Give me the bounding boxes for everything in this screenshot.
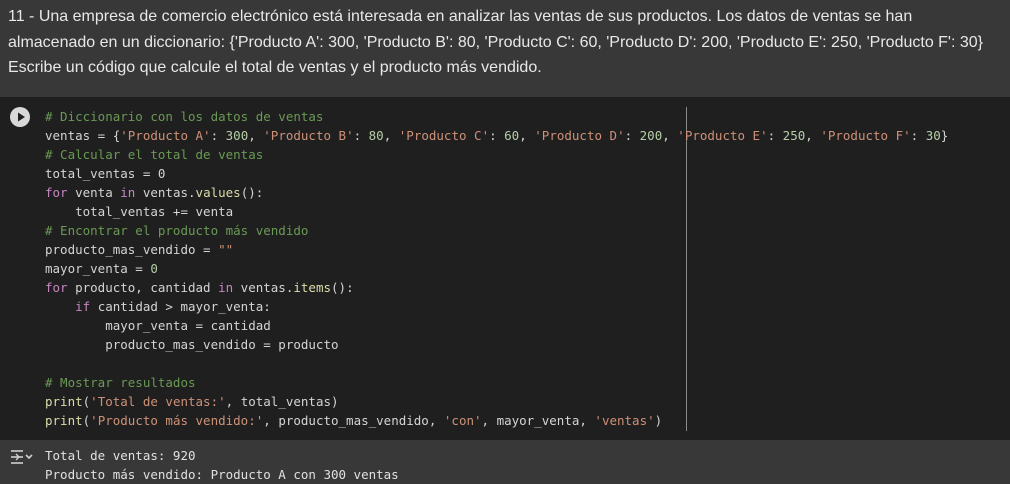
- code-line-1: # Diccionario con los datos de ventas: [45, 109, 324, 124]
- loop-var: venta: [67, 185, 121, 200]
- cell-output: Total de ventas: 920 Producto más vendido…: [0, 440, 1010, 483]
- values-method: values: [195, 185, 241, 200]
- output-toggle-icon[interactable]: [8, 447, 34, 467]
- code-line-7: # Encontrar el producto más vendido: [45, 223, 309, 238]
- key-a: 'Producto A': [120, 128, 211, 143]
- code-line-5: for venta in ventas.values():: [45, 183, 948, 202]
- args: , total_ventas): [225, 394, 339, 409]
- print-fn: print: [45, 413, 83, 428]
- code-line-6: total_ventas += venta: [45, 204, 234, 219]
- args: , mayor_venta,: [481, 413, 595, 428]
- key-d: 'Producto D': [534, 128, 625, 143]
- code-line-12: mayor_venta = cantidad: [45, 318, 271, 333]
- zero-literal: 0: [150, 261, 158, 276]
- loop-target: ventas.: [135, 185, 196, 200]
- val-f: 30: [925, 128, 941, 143]
- key-b: 'Producto B': [263, 128, 354, 143]
- for-keyword: for: [45, 185, 68, 200]
- play-circle-icon: [18, 112, 25, 122]
- val-b: 80: [368, 128, 384, 143]
- output-line-2: Producto más vendido: Producto A con 300…: [45, 467, 399, 482]
- call-parens: ():: [240, 185, 264, 200]
- code-line-16: print('Total de ventas:', total_ventas): [45, 392, 948, 411]
- assign-text: producto_mas_vendido =: [45, 242, 219, 257]
- code-cell[interactable]: # Diccionario con los datos de ventas ven…: [0, 97, 1010, 440]
- val-e: 250: [782, 128, 806, 143]
- output-text: Total de ventas: 920 Producto más vendido…: [45, 446, 399, 484]
- output-line-1: Total de ventas: 920: [45, 448, 196, 463]
- string-literal: 'ventas': [594, 413, 655, 428]
- code-line-15: # Mostrar resultados: [45, 375, 196, 390]
- code-line-3: # Calcular el total de ventas: [45, 147, 264, 162]
- loop-target: ventas.: [233, 280, 294, 295]
- string-literal: 'Producto más vendido:': [90, 413, 264, 428]
- code-line-10: for producto, cantidad in ventas.items()…: [45, 278, 948, 297]
- in-keyword: in: [218, 280, 234, 295]
- string-literal: 'Total de ventas:': [90, 394, 226, 409]
- val-c: 60: [504, 128, 520, 143]
- code-line-13: producto_mas_vendido = producto: [45, 337, 339, 352]
- key-f: 'Producto F': [820, 128, 911, 143]
- key-c: 'Producto C': [398, 128, 490, 143]
- code-line-14-blank: [45, 354, 948, 373]
- args: , producto_mas_vendido,: [263, 413, 444, 428]
- assign-text: mayor_venta =: [45, 261, 151, 276]
- markdown-cell[interactable]: 11 - Una empresa de comercio electrónico…: [0, 0, 1010, 97]
- code-line-9: mayor_venta = 0: [45, 259, 948, 278]
- condition: cantidad > mayor_venta:: [90, 299, 271, 314]
- question-text: 11 - Una empresa de comercio electrónico…: [8, 8, 984, 76]
- in-keyword: in: [120, 185, 136, 200]
- code-editor[interactable]: # Diccionario con los datos de ventas ven…: [45, 107, 948, 430]
- call-parens: ():: [331, 280, 354, 295]
- print-fn: print: [45, 394, 83, 409]
- close-paren: ): [654, 413, 663, 428]
- key-e: 'Producto E': [677, 128, 768, 143]
- string-literal: 'con': [443, 413, 482, 428]
- code-line-2: ventas = {'Producto A': 300, 'Producto B…: [45, 128, 949, 143]
- val-d: 200: [639, 128, 663, 143]
- code-line-4: total_ventas = 0: [45, 166, 166, 181]
- code-line-8: producto_mas_vendido = "": [45, 240, 948, 259]
- val-a: 300: [225, 128, 249, 143]
- empty-string: "": [218, 242, 234, 257]
- if-keyword: if: [75, 299, 91, 314]
- ventas-var: ventas: [45, 128, 91, 143]
- items-method: items: [293, 280, 332, 295]
- loop-vars: producto, cantidad: [67, 280, 219, 295]
- code-line-11: if cantidad > mayor_venta:: [45, 297, 948, 316]
- assign-op: = {: [90, 128, 121, 143]
- run-cell-button[interactable]: [10, 107, 30, 127]
- for-keyword: for: [45, 280, 68, 295]
- code-line-17: print('Producto más vendido:', producto_…: [45, 411, 948, 430]
